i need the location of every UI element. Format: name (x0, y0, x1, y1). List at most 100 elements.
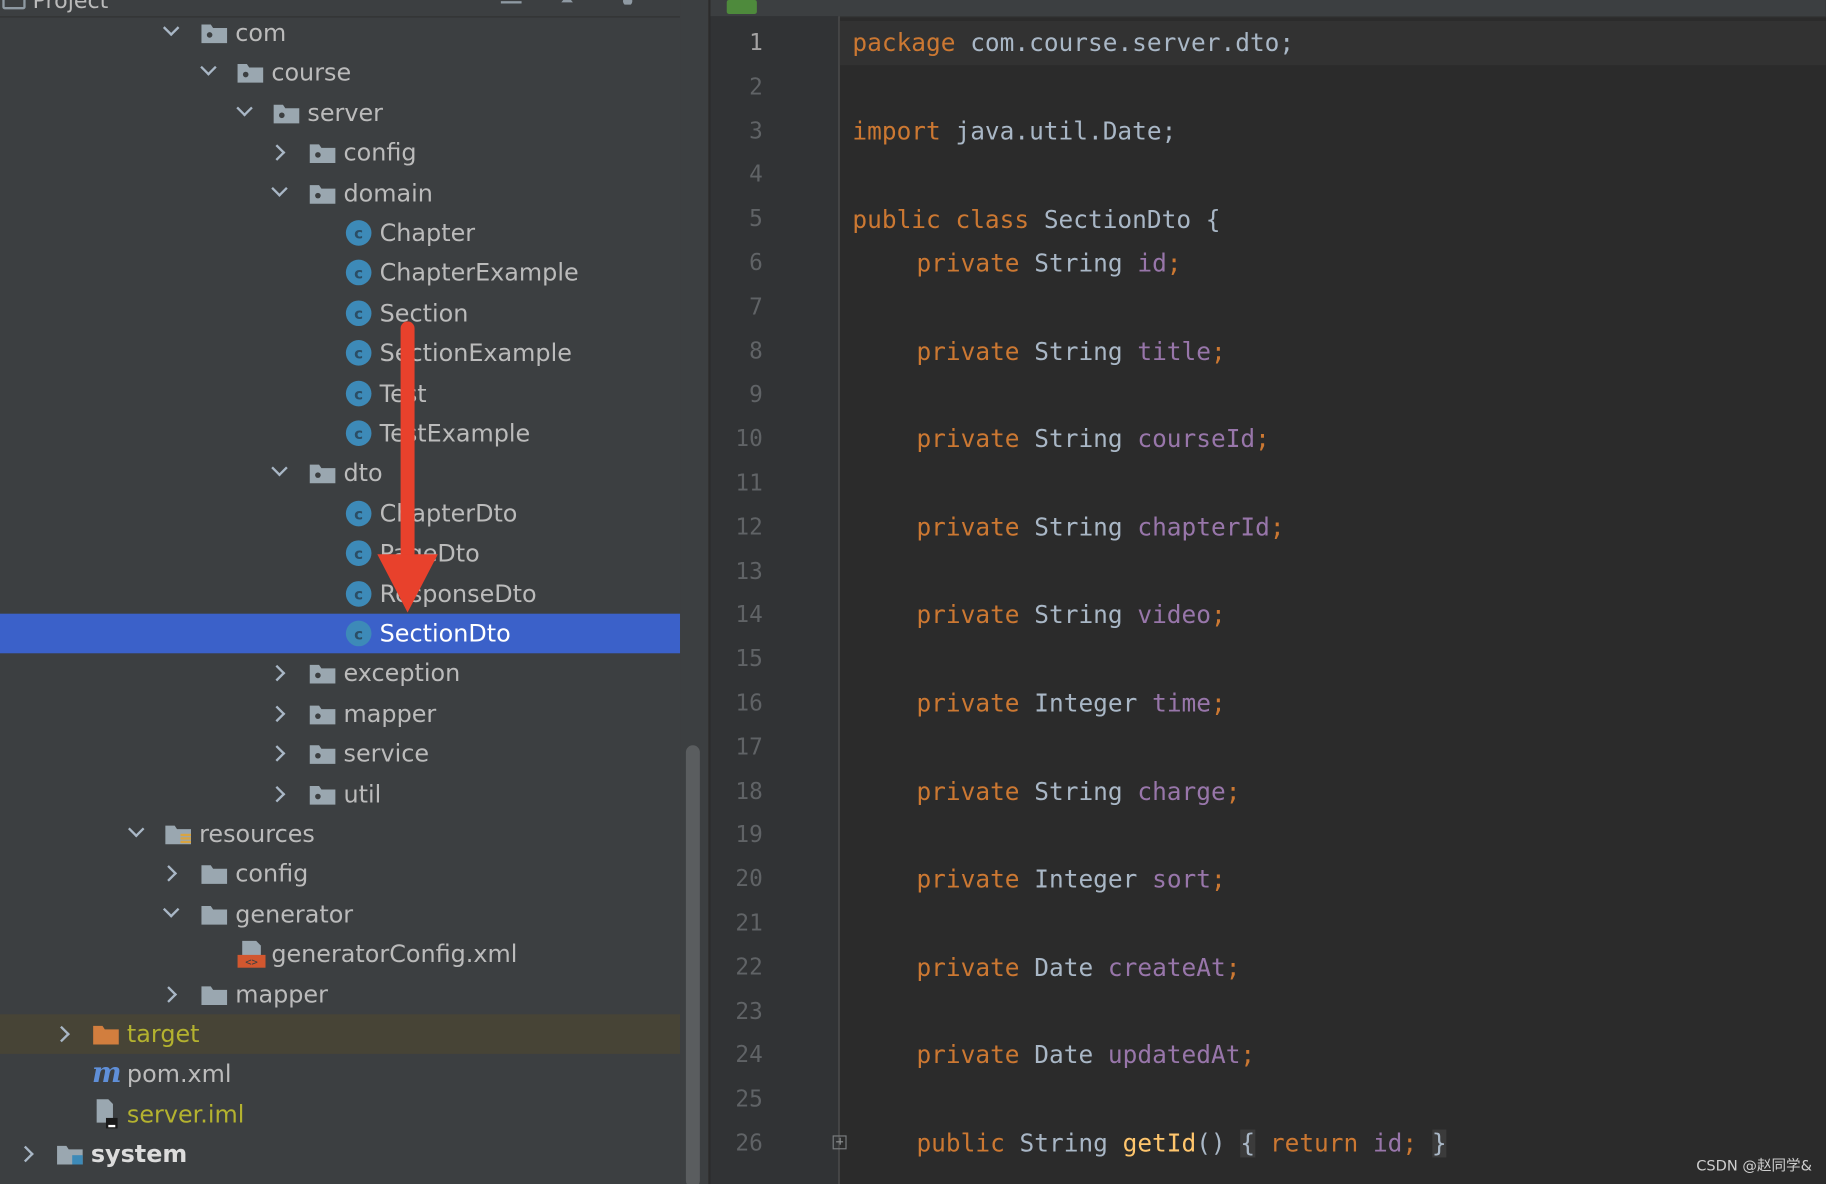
tree-item-server[interactable]: server (0, 93, 680, 133)
tree-item-mapper[interactable]: mapper (0, 974, 680, 1014)
tree-item-com[interactable]: com (0, 13, 680, 53)
tree-item-generatorconfig-xml[interactable]: <> generatorConfig.xml (0, 934, 680, 974)
chevron-right-icon[interactable] (268, 665, 286, 682)
field-declaration-line[interactable]: private Date createAt; (916, 945, 1240, 989)
tree-item-label: resources (199, 819, 315, 848)
chevron-right-icon[interactable] (268, 705, 286, 722)
line-number: 3 (749, 117, 763, 144)
field-declaration-line[interactable]: private String charge; (916, 769, 1240, 813)
chevron-right-icon[interactable] (268, 745, 286, 762)
tree-item-label: SectionDto (379, 619, 511, 648)
ide-window: Project com course server config domain c Chap… (0, 0, 1826, 1184)
tree-item-dto[interactable]: dto (0, 453, 680, 493)
tree-item-label: config (235, 859, 309, 888)
tree-item-pom-xml[interactable]: m pom.xml (0, 1054, 680, 1094)
tree-item-service[interactable]: service (0, 734, 680, 774)
settings-gear-icon[interactable] (617, 0, 638, 5)
tree-item-target[interactable]: target (0, 1014, 681, 1054)
tree-item-resources[interactable]: resources (0, 814, 680, 854)
field-name: courseId (1137, 425, 1256, 454)
tree-item-mapper[interactable]: mapper (0, 694, 680, 734)
tree-item-test[interactable]: c Test (0, 373, 680, 413)
tree-item-util[interactable]: util (0, 774, 680, 814)
chevron-down-icon[interactable] (128, 820, 145, 838)
line-number: 6 (749, 249, 763, 276)
project-scrollbar[interactable] (685, 745, 700, 1184)
tree-item-label: system (90, 1140, 188, 1169)
field-declaration-line[interactable]: private Date updatedAt; (916, 1033, 1255, 1077)
class-icon: c (345, 620, 372, 647)
package-folder-icon (309, 665, 336, 685)
field-declaration-line[interactable]: private String video; (916, 593, 1225, 637)
chevron-down-icon[interactable] (236, 99, 253, 117)
tree-item-domain[interactable]: domain (0, 173, 680, 213)
private-keyword: private (916, 689, 1020, 718)
fold-expand-icon[interactable] (832, 1135, 847, 1150)
package-folder-icon (201, 24, 228, 44)
tree-item-config[interactable]: config (0, 133, 680, 173)
field-type: String (1034, 777, 1123, 806)
tree-item-pagedto[interactable]: c PageDto (0, 534, 680, 574)
tree-item-config[interactable]: config (0, 854, 680, 894)
tree-item-sectiondto[interactable]: c SectionDto (0, 613, 681, 654)
field-type: String (1034, 601, 1123, 630)
folder-icon (201, 905, 228, 925)
gutter-separator (838, 16, 840, 1184)
class-icon: c (345, 220, 372, 246)
chevron-right-icon[interactable] (268, 144, 286, 162)
chevron-down-icon[interactable] (162, 901, 180, 918)
code-line-3[interactable]: import java.util.Date; (852, 109, 1176, 153)
svg-text:c: c (354, 345, 363, 363)
tree-item-label: Chapter (379, 218, 476, 247)
tree-item-sectionexample[interactable]: c SectionExample (0, 333, 680, 373)
tree-item-testexample[interactable]: c TestExample (0, 413, 680, 453)
line-number: 20 (735, 865, 763, 893)
tree-item-label: ResponseDto (379, 579, 537, 608)
locate-icon[interactable] (557, 0, 578, 5)
chevron-down-icon[interactable] (200, 59, 217, 77)
field-declaration-line[interactable]: private Integer sort; (916, 857, 1225, 901)
editor-tab-icon[interactable] (726, 0, 757, 14)
folder-icon (201, 985, 228, 1005)
code-line-26[interactable]: public String getId() { return id; } (916, 1121, 1447, 1165)
tree-item-label: generatorConfig.xml (271, 939, 518, 968)
chevron-right-icon[interactable] (53, 1025, 70, 1043)
code-line-5[interactable]: public class SectionDto { (852, 198, 1220, 242)
chevron-right-icon[interactable] (268, 785, 286, 802)
tree-item-exception[interactable]: exception (0, 654, 680, 694)
tree-item-server-iml[interactable]: server.iml (0, 1094, 680, 1134)
package-folder-icon (309, 184, 336, 204)
code-line-1[interactable]: package com.course.server.dto; (852, 21, 1294, 65)
project-view-icon (2, 0, 26, 10)
tree-item-course[interactable]: course (0, 53, 680, 93)
field-type: String (1034, 513, 1123, 542)
line-number: 8 (749, 337, 763, 365)
chevron-down-icon[interactable] (271, 179, 288, 197)
field-declaration-line[interactable]: private String title; (916, 329, 1225, 373)
field-declaration-line[interactable]: private String chapterId; (916, 505, 1284, 549)
field-declaration-line[interactable]: private String id; (916, 241, 1181, 285)
tree-item-generator[interactable]: generator (0, 894, 680, 934)
svg-text:c: c (354, 425, 363, 443)
field-declaration-line[interactable]: private String courseId; (916, 417, 1269, 461)
chevron-right-icon[interactable] (17, 1146, 34, 1163)
private-keyword: private (916, 513, 1020, 542)
chevron-down-icon[interactable] (271, 460, 288, 477)
svg-text:c: c (354, 585, 363, 603)
chevron-right-icon[interactable] (160, 865, 178, 883)
code-editor[interactable]: 1 2 3 4 5 6 7 8 9 10 11 12 13 14 15 16 17 18 19 20 21 22 23 24 2… (710, 0, 1826, 1184)
tree-item-chapterdto[interactable]: c ChapterDto (0, 494, 680, 534)
field-declaration-line[interactable]: private Integer time; (916, 681, 1225, 725)
collapse-all-icon[interactable] (500, 0, 522, 5)
tree-item-chapter[interactable]: c Chapter (0, 213, 680, 253)
tree-item-responsedto[interactable]: c ResponseDto (0, 574, 680, 614)
class-icon: c (345, 540, 372, 567)
package-folder-icon (309, 144, 336, 164)
field-type: Integer (1034, 689, 1138, 718)
private-keyword: private (916, 953, 1020, 982)
tree-item-chapterexample[interactable]: c ChapterExample (0, 253, 680, 293)
tree-item-section[interactable]: c Section (0, 293, 680, 333)
chevron-right-icon[interactable] (160, 985, 178, 1003)
chevron-down-icon[interactable] (162, 19, 180, 37)
tree-item-system[interactable]: system (0, 1134, 680, 1174)
